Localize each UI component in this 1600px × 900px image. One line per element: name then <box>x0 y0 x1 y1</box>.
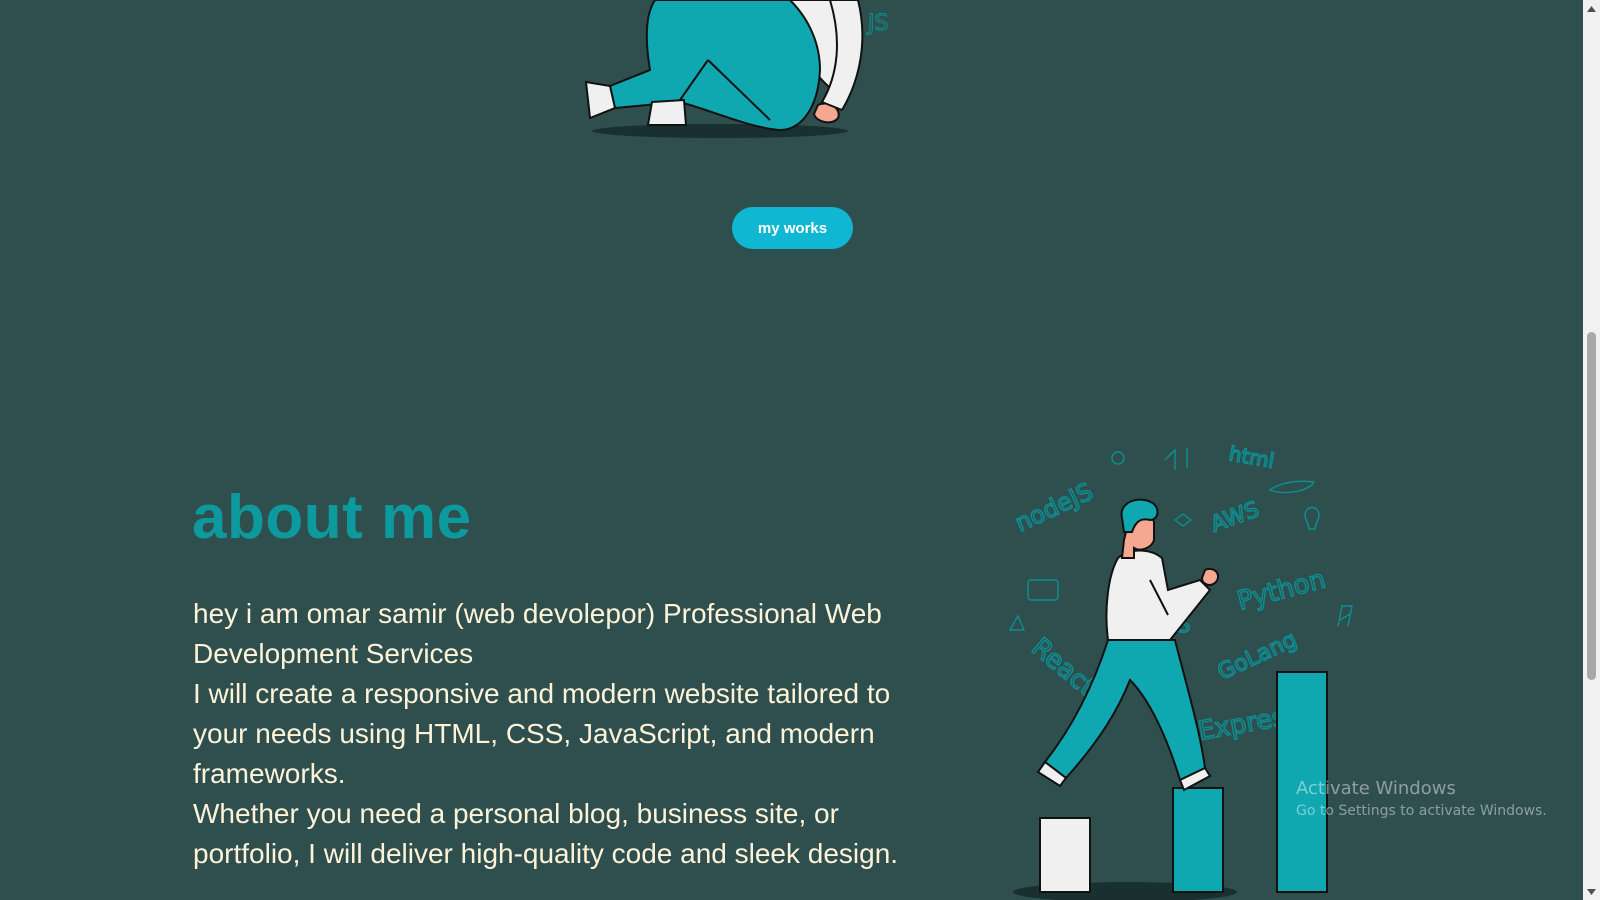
page: JS my works about me hey i am omar samir… <box>0 0 1600 900</box>
doodle-aws: AWS <box>1208 497 1263 537</box>
scroll-thumb[interactable] <box>1587 332 1596 680</box>
my-works-button[interactable]: my works <box>732 207 853 249</box>
watermark-subtitle: Go to Settings to activate Windows. <box>1296 803 1547 819</box>
about-climbing-illustration: nodeJS html AWS Python GoLang React Expr… <box>1008 441 1353 900</box>
about-paragraph: hey i am omar samir (web devolepor) Prof… <box>193 594 933 874</box>
about-line-deliver: Whether you need a personal blog, busine… <box>193 798 899 869</box>
doodle-nodejs: nodeJS <box>1011 477 1097 537</box>
scroll-up-arrow-icon[interactable] <box>1583 0 1600 17</box>
about-line-intro: hey i am omar samir (web devolepor) Prof… <box>193 598 882 669</box>
windows-activation-watermark: Activate Windows Go to Settings to activ… <box>1296 777 1547 821</box>
doodle-python: Python <box>1234 564 1329 616</box>
scroll-down-arrow-icon[interactable] <box>1583 883 1600 900</box>
about-title: about me <box>192 483 472 552</box>
hero-person-illustration: JS <box>584 0 889 138</box>
svg-text:JS: JS <box>866 11 888 36</box>
about-line-services: I will create a responsive and modern we… <box>193 678 891 789</box>
doodle-html: html <box>1227 441 1276 473</box>
watermark-title: Activate Windows <box>1296 778 1456 799</box>
vertical-scrollbar[interactable] <box>1583 0 1600 900</box>
